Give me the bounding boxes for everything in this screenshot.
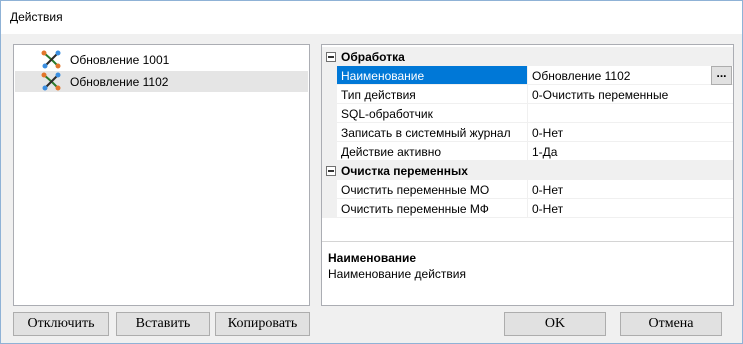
property-row-sql-handler[interactable]: SQL-обработчик bbox=[322, 104, 733, 123]
tree-item-update-1001[interactable]: Обновление 1001 bbox=[15, 49, 308, 70]
actions-tree[interactable]: Обновление 1001 Обновление 1102 bbox=[13, 44, 310, 306]
ellipsis-button[interactable]: ... bbox=[711, 66, 732, 85]
row-gutter bbox=[322, 142, 337, 161]
property-value: 0-Нет bbox=[532, 202, 564, 216]
property-value-cell[interactable]: 0-Очистить переменные bbox=[528, 85, 733, 104]
property-row-action-type[interactable]: Тип действия 0-Очистить переменные bbox=[322, 85, 733, 104]
category-label: Обработка bbox=[341, 50, 405, 64]
row-gutter bbox=[322, 180, 337, 199]
property-name: Наименование bbox=[341, 69, 425, 83]
window-title: Действия bbox=[10, 10, 63, 24]
property-value-cell[interactable]: 0-Нет bbox=[528, 180, 733, 199]
property-value: 0-Нет bbox=[532, 183, 564, 197]
tree-item-update-1102[interactable]: Обновление 1102 bbox=[15, 71, 308, 92]
collapse-icon[interactable] bbox=[326, 52, 336, 62]
category-label: Очистка переменных bbox=[341, 164, 468, 178]
row-gutter bbox=[322, 199, 337, 218]
category-clear-variables[interactable]: Очистка переменных bbox=[322, 161, 733, 180]
row-gutter bbox=[322, 66, 337, 85]
property-row-clear-mo[interactable]: Очистить переменные МО 0-Нет bbox=[322, 180, 733, 199]
paste-button[interactable]: Вставить bbox=[116, 312, 210, 336]
property-row-clear-mf[interactable]: Очистить переменные МФ 0-Нет bbox=[322, 199, 733, 218]
description-divider bbox=[322, 241, 733, 242]
row-gutter bbox=[322, 104, 337, 123]
description-text: Наименование действия bbox=[328, 267, 466, 281]
property-value-cell[interactable]: 0-Нет bbox=[528, 199, 733, 218]
property-name-cell[interactable]: Действие активно bbox=[337, 142, 528, 161]
property-name-cell[interactable]: Очистить переменные МФ bbox=[337, 199, 528, 218]
property-row-name[interactable]: Наименование Обновление 1102 ... bbox=[322, 66, 733, 85]
property-value-cell[interactable]: 1-Да bbox=[528, 142, 733, 161]
property-name: Очистить переменные МО bbox=[341, 183, 490, 197]
collapse-icon[interactable] bbox=[326, 166, 336, 176]
title-bar: Действия bbox=[1, 1, 742, 34]
tree-item-label: Обновление 1001 bbox=[70, 53, 170, 67]
property-name-cell[interactable]: Записать в системный журнал bbox=[337, 123, 528, 142]
property-row-action-active[interactable]: Действие активно 1-Да bbox=[322, 142, 733, 161]
action-icon bbox=[41, 72, 61, 91]
property-value-cell[interactable]: Обновление 1102 ... bbox=[528, 66, 733, 85]
property-name-cell[interactable]: SQL-обработчик bbox=[337, 104, 528, 123]
row-gutter bbox=[322, 123, 337, 142]
property-value: 1-Да bbox=[532, 145, 558, 159]
property-name-cell[interactable]: Тип действия bbox=[337, 85, 528, 104]
property-name-cell[interactable]: Очистить переменные МО bbox=[337, 180, 528, 199]
action-icon bbox=[41, 50, 61, 69]
property-value: 0-Очистить переменные bbox=[532, 88, 669, 102]
row-gutter bbox=[322, 85, 337, 104]
property-value-cell[interactable] bbox=[528, 104, 733, 123]
cancel-button[interactable]: Отмена bbox=[620, 312, 722, 336]
category-processing[interactable]: Обработка bbox=[322, 47, 733, 66]
ok-button[interactable]: OK bbox=[504, 312, 606, 336]
disable-button[interactable]: Отключить bbox=[13, 312, 109, 336]
copy-button[interactable]: Копировать bbox=[215, 312, 310, 336]
property-name: Очистить переменные МФ bbox=[341, 202, 489, 216]
property-grid: Обработка Наименование Обновление 1102 .… bbox=[321, 44, 734, 306]
property-value: Обновление 1102 bbox=[532, 69, 631, 83]
property-value-cell[interactable]: 0-Нет bbox=[528, 123, 733, 142]
property-value: 0-Нет bbox=[532, 126, 564, 140]
description-title: Наименование bbox=[328, 251, 417, 265]
actions-dialog: Действия Обновление 1001 Обновление 1102… bbox=[0, 0, 743, 344]
property-name: Действие активно bbox=[341, 145, 442, 159]
property-name: SQL-обработчик bbox=[341, 107, 433, 121]
property-name: Тип действия bbox=[341, 88, 416, 102]
property-name-cell[interactable]: Наименование bbox=[337, 66, 528, 85]
property-row-write-log[interactable]: Записать в системный журнал 0-Нет bbox=[322, 123, 733, 142]
tree-item-label: Обновление 1102 bbox=[70, 75, 169, 89]
property-name: Записать в системный журнал bbox=[341, 126, 511, 140]
